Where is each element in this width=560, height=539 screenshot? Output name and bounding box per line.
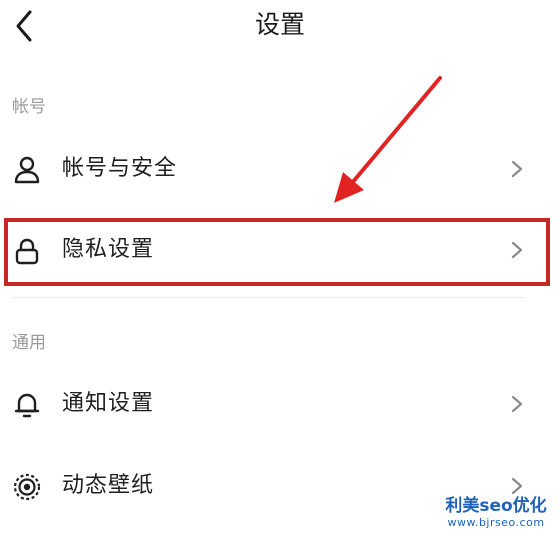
section-label-general: 通用 <box>12 333 46 353</box>
lock-icon <box>15 238 39 265</box>
bell-icon <box>14 393 40 418</box>
live-wallpaper-icon <box>13 473 41 501</box>
chevron-right-icon <box>511 241 523 259</box>
header-bar: 设置 <box>0 0 560 56</box>
row-label-live-wallpaper: 动态壁纸 <box>62 473 155 498</box>
row-account-security[interactable]: 帐号与安全 <box>0 136 560 202</box>
row-notification-settings[interactable]: 通知设置 <box>0 371 560 437</box>
row-label-account-security: 帐号与安全 <box>62 156 178 181</box>
watermark-brand: 利美seo优化 <box>445 496 547 516</box>
watermark: 利美seo优化 www.bjrseo.com <box>436 496 556 536</box>
row-label-notification-settings: 通知设置 <box>62 391 155 416</box>
section-label-account: 帐号 <box>12 97 46 117</box>
section-divider <box>12 297 526 298</box>
watermark-url: www.bjrseo.com <box>447 516 545 529</box>
user-icon <box>14 156 40 184</box>
row-label-privacy-settings: 隐私设置 <box>62 237 155 262</box>
settings-page: 设置 帐号 帐号与安全 隐私设置 通用 通知设置 动态壁纸 利美seo优化 ww… <box>0 0 560 539</box>
chevron-right-icon <box>511 395 523 413</box>
chevron-right-icon <box>511 160 523 178</box>
row-privacy-settings[interactable]: 隐私设置 <box>0 217 560 283</box>
page-title: 设置 <box>254 10 305 39</box>
chevron-right-icon <box>511 477 523 495</box>
